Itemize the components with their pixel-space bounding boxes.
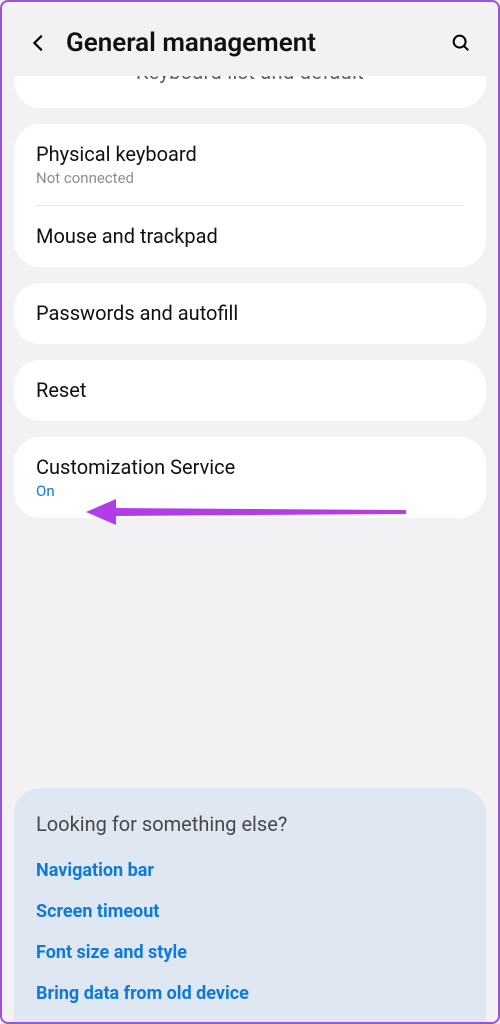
link-screen-timeout[interactable]: Screen timeout <box>36 891 464 932</box>
link-bring-data[interactable]: Bring data from old device <box>36 973 464 1014</box>
item-reset[interactable]: Reset <box>14 360 486 421</box>
item-title: Physical keyboard <box>36 142 464 167</box>
suggestions-title: Looking for something else? <box>36 812 464 836</box>
partial-card-keyboard-list[interactable]: Keyboard list and default <box>14 76 486 108</box>
item-customization-service[interactable]: Customization Service On <box>14 437 486 518</box>
item-title: Reset <box>36 378 464 403</box>
item-title: Customization Service <box>36 455 464 480</box>
chevron-left-icon <box>28 32 50 54</box>
suggestions-panel: Looking for something else? Navigation b… <box>14 788 486 1022</box>
page-title: General management <box>66 28 444 58</box>
header-bar: General management <box>14 12 486 76</box>
item-physical-keyboard[interactable]: Physical keyboard Not connected <box>14 124 486 205</box>
item-subtitle: On <box>36 482 464 500</box>
card-customization: Customization Service On <box>14 437 486 518</box>
item-title: Mouse and trackpad <box>36 224 464 249</box>
back-button[interactable] <box>22 26 56 60</box>
item-subtitle: Not connected <box>36 169 464 187</box>
card-input-devices: Physical keyboard Not connected Mouse an… <box>14 124 486 267</box>
card-autofill: Passwords and autofill <box>14 283 486 344</box>
cut-off-item-label: Keyboard list and default <box>36 76 464 92</box>
settings-screen: General management Keyboard list and def… <box>2 2 498 1022</box>
link-navigation-bar[interactable]: Navigation bar <box>36 850 464 891</box>
search-button[interactable] <box>444 26 478 60</box>
card-reset: Reset <box>14 360 486 421</box>
item-passwords-autofill[interactable]: Passwords and autofill <box>14 283 486 344</box>
item-title: Passwords and autofill <box>36 301 464 326</box>
item-mouse-trackpad[interactable]: Mouse and trackpad <box>14 206 486 267</box>
search-icon <box>450 32 472 54</box>
link-font-size-style[interactable]: Font size and style <box>36 932 464 973</box>
